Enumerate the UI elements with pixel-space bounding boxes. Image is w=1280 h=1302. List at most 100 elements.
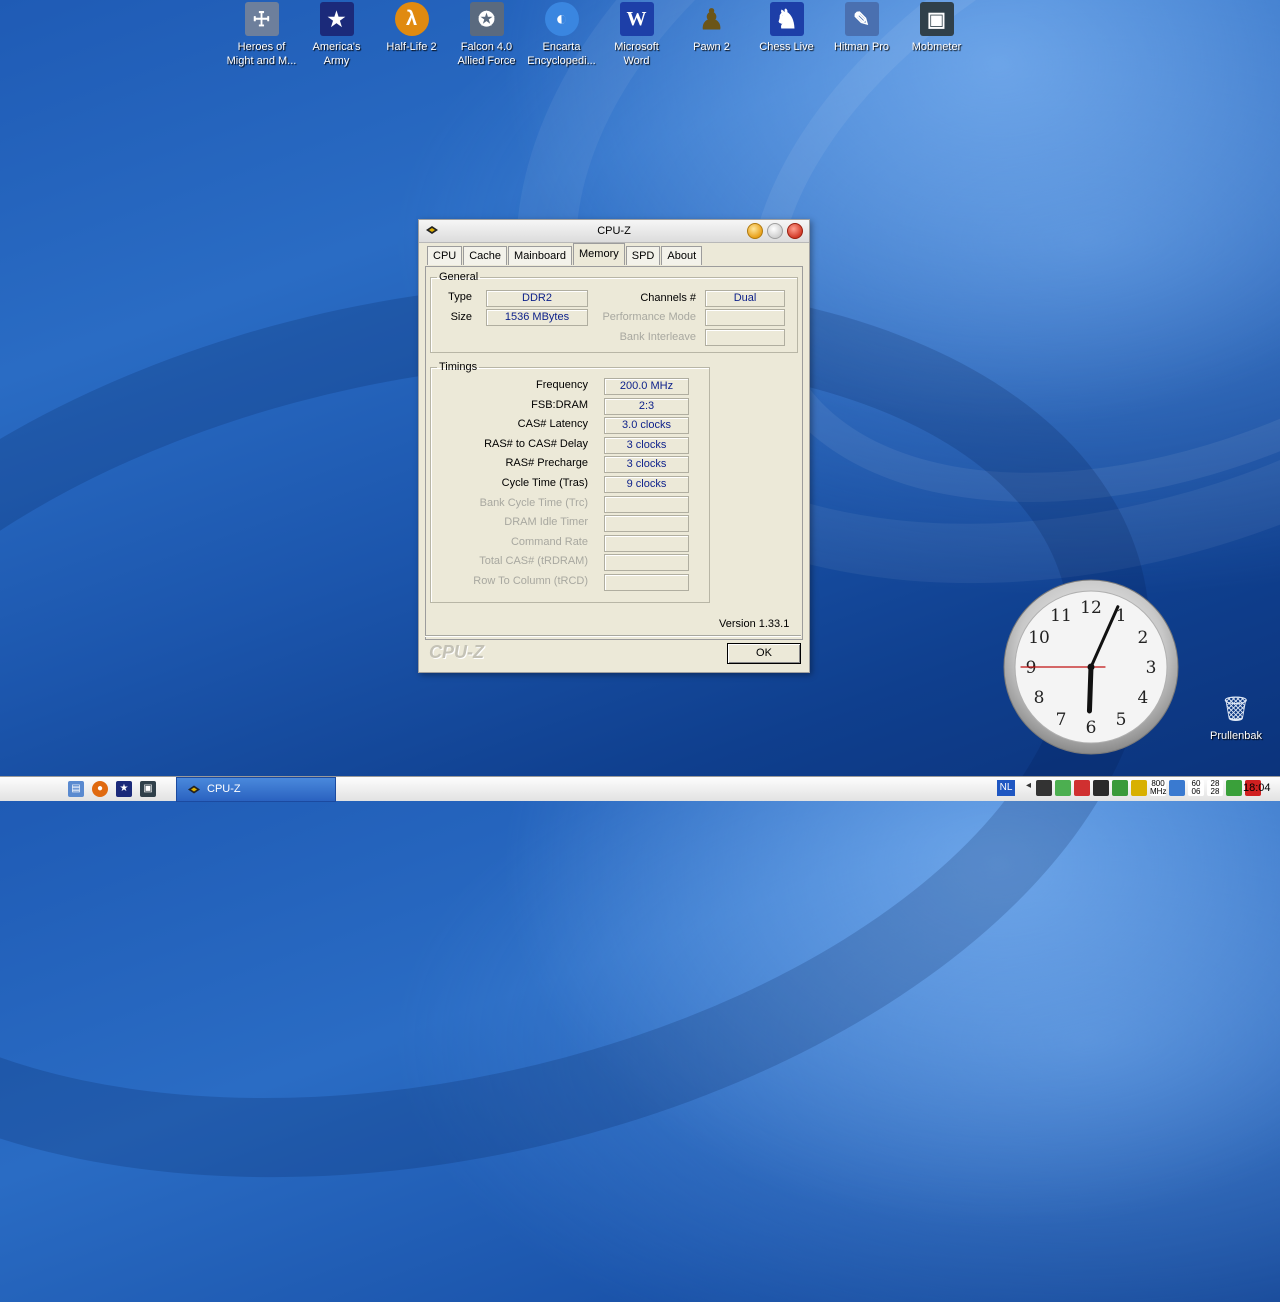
recycle-bin-label: Prullenbak	[1210, 730, 1262, 742]
firefox-icon[interactable]: ●	[92, 781, 108, 797]
task-button-cpuz[interactable]: CPU-Z	[176, 777, 336, 802]
timing-value	[604, 515, 689, 533]
size-value: 1536 MBytes	[486, 309, 588, 326]
cpu-graph-icon[interactable]	[1093, 780, 1109, 796]
channels-label: Channels #	[640, 292, 696, 304]
clock-hour-hand	[1086, 664, 1094, 714]
timing-label: Row To Column (tRCD)	[473, 575, 588, 587]
taskbar: ▤ ● ★ ▣ CPU-Z NL ◂ 800 MHz 60 06 28 28 18:…	[0, 776, 1280, 802]
tab-memory[interactable]: Memory	[573, 243, 625, 265]
clock-numeral: 2	[1138, 628, 1149, 648]
desktop-icon-label: Chess Live	[759, 41, 814, 53]
speed-icon[interactable]: 800 MHz	[1150, 780, 1166, 796]
steam-icon[interactable]	[1036, 780, 1052, 796]
desktop-icon-hitman-pro[interactable]: ✎ Hitman Pro	[824, 2, 899, 68]
tab-spd[interactable]: SPD	[625, 246, 661, 265]
word-icon: W	[619, 2, 654, 36]
close-button[interactable]	[787, 223, 803, 239]
tray-expand-icon[interactable]: ◂	[1026, 780, 1031, 791]
heroes-icon: ☩	[244, 2, 279, 36]
desktop-icon-label: Hitman Pro	[833, 41, 890, 53]
recycle-bin-icon: 🗑	[1220, 695, 1252, 723]
network-bar-icon[interactable]	[1112, 780, 1128, 796]
timing-value: 3.0 clocks	[604, 417, 689, 435]
clock-numeral: 4	[1138, 688, 1149, 708]
desktop-icon-word[interactable]: W Microsoft Word	[599, 2, 674, 68]
timing-value	[604, 574, 689, 591]
timing-label: Cycle Time (Tras)	[501, 477, 588, 489]
desktop-icon-encarta[interactable]: ◐ Encarta Encyclopedi...	[524, 2, 599, 68]
desktop-icon-label: Microsoft Word	[614, 41, 659, 67]
mobmeter-icon[interactable]: ▣	[140, 781, 156, 797]
recycle-bin[interactable]: 🗑 Prullenbak	[1204, 692, 1268, 743]
monitor-icon[interactable]	[1169, 780, 1185, 796]
americas-army-icon[interactable]: ★	[116, 781, 132, 797]
ok-button[interactable]: OK	[727, 643, 801, 664]
half-life-icon: λ	[394, 2, 429, 36]
language-indicator[interactable]: NL	[997, 780, 1015, 796]
desktop-icon-pawn[interactable]: ♟ Pawn 2	[674, 2, 749, 68]
temperature-icon[interactable]: 60 06	[1188, 780, 1204, 796]
type-label: Type	[448, 291, 472, 303]
show-desktop-icon[interactable]: ▤	[68, 781, 84, 797]
tab-cache[interactable]: Cache	[463, 246, 508, 265]
timing-label: Frequency	[536, 379, 588, 391]
desktop-icon-mobmeter[interactable]: ▣ Mobmeter	[899, 2, 974, 68]
no-entry-icon[interactable]	[1074, 780, 1090, 796]
timing-label: FSB:DRAM	[531, 398, 588, 411]
maximize-button[interactable]	[767, 223, 783, 239]
tab-about[interactable]: About	[661, 246, 703, 265]
desktop-icon-label: Encarta Encyclopedi...	[527, 41, 596, 67]
performance-mode-value	[705, 309, 785, 326]
tab-mainboard[interactable]: Mainboard	[508, 246, 573, 265]
clock-numeral: 5	[1116, 710, 1127, 730]
clock-numeral: 10	[1028, 628, 1050, 648]
desktop-icon-americas-army[interactable]: ★ America's Army	[299, 2, 374, 68]
clock-numeral: 6	[1086, 718, 1097, 738]
title-bar[interactable]: CPU-Z	[419, 220, 809, 243]
clock-center-pin	[1087, 663, 1095, 671]
version-label: Version 1.33.1	[719, 618, 790, 630]
desktop-icon-chess-live[interactable]: ♞ Chess Live	[749, 2, 824, 68]
timing-label: Total CAS# (tRDRAM)	[479, 555, 588, 568]
tab-cpu[interactable]: CPU	[427, 246, 463, 265]
clock-numeral: 8	[1034, 688, 1045, 708]
pawn-icon: ♟	[698, 3, 725, 35]
americas-army-icon: ★	[319, 2, 354, 36]
desktop-icon-heroes[interactable]: ☩ Heroes of Might and M...	[224, 2, 299, 68]
desktop-icon-half-life[interactable]: λ Half-Life 2	[374, 2, 449, 68]
messenger-icon[interactable]	[1055, 780, 1071, 796]
clock-numeral: 9	[1026, 658, 1037, 678]
analog-clock: 12 1234567891011	[1003, 579, 1179, 755]
mobmeter-icon: ▣	[919, 2, 954, 36]
timing-label: CAS# Latency	[517, 418, 588, 431]
memory-panel: General Type DDR2 Size 1536 MBytes Chann…	[425, 266, 803, 640]
timing-value: 200.0 MHz	[604, 378, 689, 395]
timing-label: RAS# to CAS# Delay	[484, 437, 588, 450]
desktop-icon-label: Falcon 4.0 Allied Force	[457, 41, 516, 67]
timing-value	[604, 534, 689, 552]
desktop-icon-label: America's Army	[312, 41, 361, 67]
tab-bar: CPU Cache Mainboard Memory SPD About	[427, 243, 703, 266]
desktop-icon-falcon[interactable]: ✪ Falcon 4.0 Allied Force	[449, 2, 524, 68]
timing-value: 3 clocks	[604, 436, 689, 454]
bank-interleave-value	[705, 329, 785, 346]
cpu-chip-icon	[188, 785, 200, 794]
apple-icon[interactable]	[20, 779, 40, 799]
clock-numeral: 3	[1146, 658, 1157, 678]
timing-label: RAS# Precharge	[505, 457, 588, 470]
desktop-icon-label: Heroes of Might and M...	[226, 41, 297, 67]
desktop-icon-label: Mobmeter	[911, 41, 962, 53]
clock-numeral: 11	[1050, 606, 1072, 626]
temperature-icon-2[interactable]: 28 28	[1207, 780, 1223, 796]
size-label: Size	[450, 311, 472, 323]
minimize-button[interactable]	[747, 223, 763, 239]
timing-value: 3 clocks	[604, 456, 689, 474]
timing-label: Command Rate	[510, 535, 588, 548]
wifi-icon[interactable]	[1226, 780, 1242, 796]
flag-icon[interactable]	[1131, 780, 1147, 796]
clock-time[interactable]: 18:04	[1243, 782, 1271, 794]
falcon-icon: ✪	[469, 2, 504, 36]
timing-label: Bank Cycle Time (Trc)	[479, 496, 588, 509]
encarta-icon: ◐	[544, 2, 579, 36]
